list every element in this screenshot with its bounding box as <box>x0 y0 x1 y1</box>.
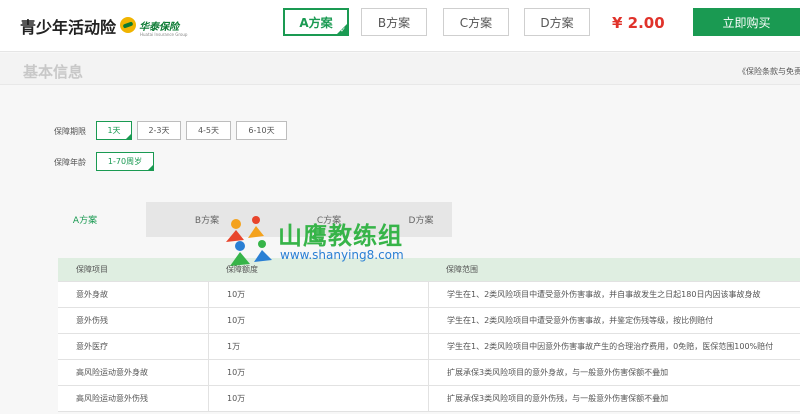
table-row: 高风险运动意外伤残 10万 扩展承保3类风险项目的意外伤残，与一般意外伤害保额不… <box>58 386 800 412</box>
price-display: ¥ 2.00 <box>612 14 665 32</box>
terms-link[interactable]: 《保险条款与免责 <box>738 66 800 77</box>
plan-button-d[interactable]: D方案 <box>524 8 590 36</box>
watermark-url: www.shanying8.com <box>280 248 404 262</box>
tab-plan-a[interactable]: A方案 <box>24 202 146 237</box>
coverage-scope: 学生在1、2类风险项目中遭受意外伤害事故，并鉴定伤残等级，按比例赔付 <box>428 308 800 333</box>
plan-button-label: B方案 <box>377 15 411 30</box>
plan-button-a[interactable]: A方案 ✓ <box>283 8 349 36</box>
period-option-1-day[interactable]: 1天 <box>96 121 132 140</box>
coverage-scope: 学生在1、2类风险项目中因意外伤害事故产生的合理治疗费用，0免赔，医保范围100… <box>428 334 800 359</box>
coverage-scope: 扩展承保3类风险项目的意外身故，与一般意外伤害保额不叠加 <box>428 360 800 385</box>
age-option-1-70[interactable]: 1-70周岁 <box>96 152 154 171</box>
plan-button-label: A方案 <box>299 15 333 30</box>
coverage-item: 高风险运动意外伤残 <box>76 394 148 403</box>
table-row: 高风险运动意外身故 10万 扩展承保3类风险项目的意外身故，与一般意外伤害保额不… <box>58 360 800 386</box>
coverage-item: 意外伤残 <box>76 316 108 325</box>
insurer-logo-subtext: Huatai Insurance Group <box>140 32 188 37</box>
plan-button-label: C方案 <box>459 15 493 30</box>
header-scope: 保障范围 <box>446 265 478 274</box>
section-title: 基本信息 <box>23 63 84 81</box>
period-option-4-5-days[interactable]: 4-5天 <box>186 121 231 140</box>
insurer-logo: 华泰保险 <box>120 17 179 33</box>
coverage-item: 高风险运动意外身故 <box>76 368 148 377</box>
coverage-item: 意外身故 <box>76 290 108 299</box>
check-icon: ✓ <box>340 26 346 34</box>
coverage-scope: 扩展承保3类风险项目的意外伤残，与一般意外伤害保额不叠加 <box>428 386 800 411</box>
coverage-table: 保障项目 保障额度 保障范围 意外身故 10万 学生在1、2类风险项目中遭受意外… <box>58 258 800 412</box>
section-header: 基本信息 《保险条款与免责 <box>0 53 800 85</box>
table-row: 意外身故 10万 学生在1、2类风险项目中遭受意外伤害事故，并自事故发生之日起1… <box>58 282 800 308</box>
period-label: 保障期限 <box>54 127 86 136</box>
insurer-logo-icon <box>120 17 136 33</box>
coverage-amount: 10万 <box>208 386 428 411</box>
buy-now-button[interactable]: 立即购买 <box>693 8 800 36</box>
period-option-2-3-days[interactable]: 2-3天 <box>137 121 181 140</box>
watermark: 山鹰教练组 www.shanying8.com <box>222 212 442 272</box>
top-bar: 青少年活动险 华泰保险 Huatai Insurance Group A方案 ✓… <box>0 0 800 52</box>
plan-button-label: D方案 <box>540 15 574 30</box>
coverage-amount: 1万 <box>208 334 428 359</box>
watermark-title: 山鹰教练组 <box>278 222 403 250</box>
coverage-item: 意外医疗 <box>76 342 108 351</box>
table-row: 意外医疗 1万 学生在1、2类风险项目中因意外伤害事故产生的合理治疗费用，0免赔… <box>58 334 800 360</box>
insurer-logo-text: 华泰保险 <box>139 21 179 33</box>
coverage-amount: 10万 <box>208 360 428 385</box>
table-row: 意外伤残 10万 学生在1、2类风险项目中遭受意外伤害事故，并鉴定伤残等级，按比… <box>58 308 800 334</box>
product-title: 青少年活动险 <box>20 18 117 37</box>
coverage-amount: 10万 <box>208 282 428 307</box>
plan-button-c[interactable]: C方案 <box>443 8 509 36</box>
watermark-figures-icon <box>226 216 272 266</box>
coverage-scope: 学生在1、2类风险项目中遭受意外伤害事故，并自事故发生之日起180日内因该事故身… <box>428 282 800 307</box>
coverage-amount: 10万 <box>208 308 428 333</box>
plan-button-b[interactable]: B方案 <box>361 8 427 36</box>
period-option-6-10-days[interactable]: 6-10天 <box>236 121 287 140</box>
header-item: 保障项目 <box>76 265 108 274</box>
age-label: 保障年龄 <box>54 158 86 167</box>
